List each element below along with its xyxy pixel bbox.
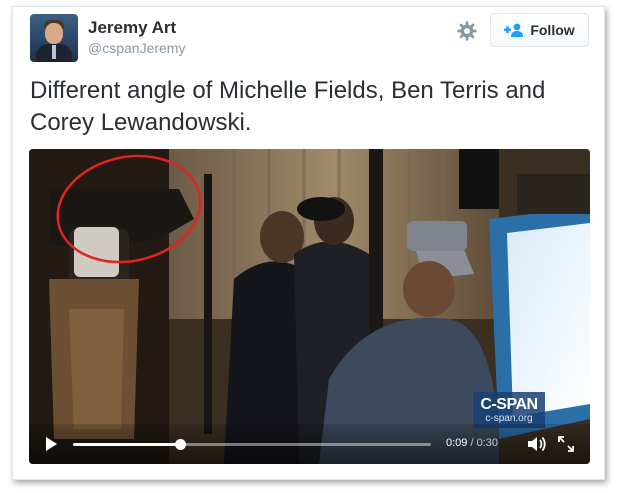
current-time: 0:09 xyxy=(446,437,468,449)
add-user-icon xyxy=(504,23,524,37)
avatar[interactable] xyxy=(30,14,78,62)
tweet-card: Jeremy Art @cspanJeremy Follow Different… xyxy=(12,6,605,480)
progress-fill xyxy=(73,443,181,446)
cspan-watermark: C-SPAN c-span.org xyxy=(473,392,545,428)
time-display: 0:09 / 0:30 xyxy=(446,437,498,449)
video-player[interactable]: C-SPAN c-span.org 0:09 / 0:30 xyxy=(29,149,590,464)
volume-icon[interactable] xyxy=(527,435,547,453)
gear-icon[interactable] xyxy=(456,20,478,42)
time-separator: / xyxy=(467,437,477,449)
user-name[interactable]: Jeremy Art xyxy=(88,18,176,38)
user-handle[interactable]: @cspanJeremy xyxy=(88,40,185,56)
scrubber-handle[interactable] xyxy=(175,439,187,450)
fullscreen-icon[interactable] xyxy=(558,436,574,452)
follow-button[interactable]: Follow xyxy=(490,13,589,47)
play-icon[interactable] xyxy=(43,436,59,452)
video-controls: 0:09 / 0:30 xyxy=(29,424,590,464)
cspan-site: c-span.org xyxy=(485,413,533,424)
cspan-logo: C-SPAN xyxy=(480,396,538,413)
duration: 0:30 xyxy=(476,437,499,449)
progress-track[interactable] xyxy=(73,439,431,450)
follow-label: Follow xyxy=(530,22,575,38)
tweet-text: Different angle of Michelle Fields, Ben … xyxy=(30,77,546,136)
